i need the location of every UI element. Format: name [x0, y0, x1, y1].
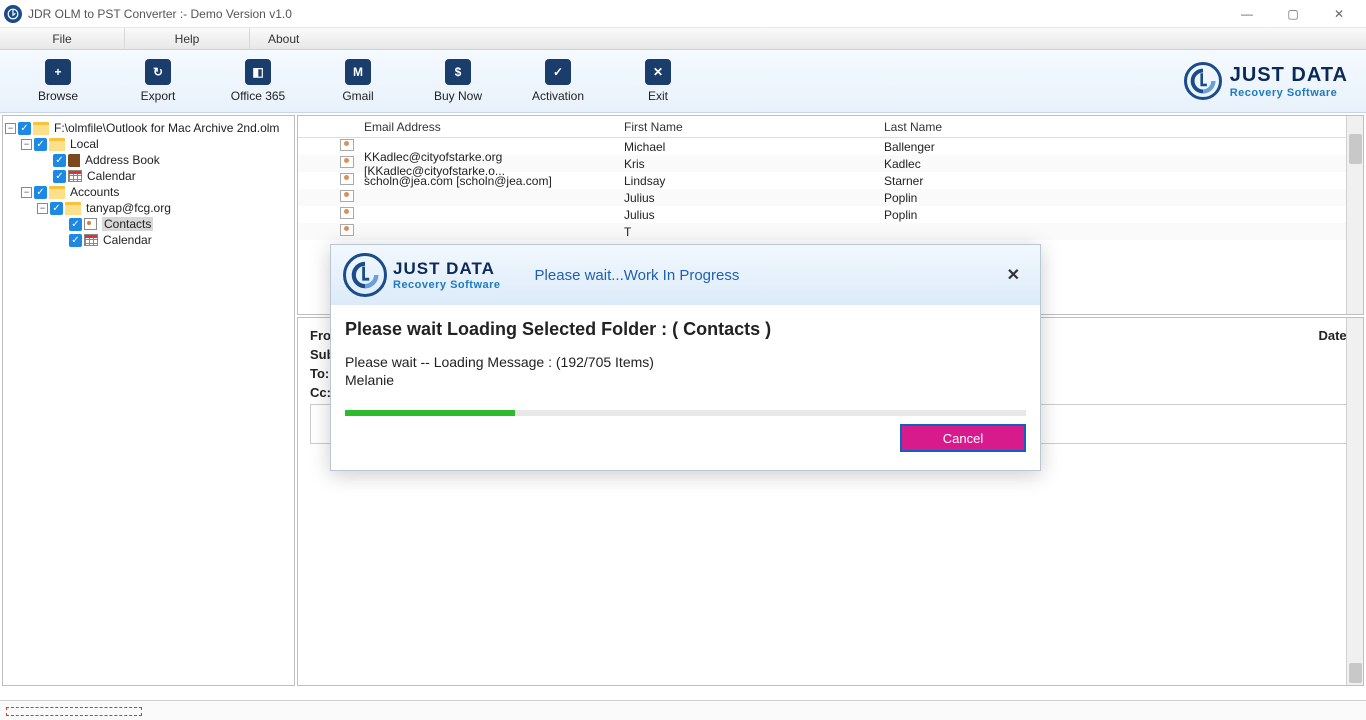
status-placeholder: [6, 707, 142, 716]
tree-account-email[interactable]: −✓tanyap@fcg.org: [5, 200, 292, 216]
cell-lastname: Kadlec: [880, 157, 1363, 171]
maximize-button[interactable]: ▢: [1270, 0, 1316, 28]
dialog-heading: Please wait Loading Selected Folder : ( …: [345, 319, 1026, 340]
contact-icon: [340, 139, 354, 151]
table-row[interactable]: T: [298, 223, 1363, 240]
folder-icon: [49, 186, 65, 199]
brand-logo-area: JUST DATA Recovery Software: [1184, 62, 1358, 100]
col-firstname[interactable]: First Name: [620, 120, 880, 134]
brand-logo-icon: [1184, 62, 1222, 100]
buynow-icon: $: [445, 59, 471, 85]
cell-firstname: Michael: [620, 140, 880, 154]
window-title: JDR OLM to PST Converter :- Demo Version…: [28, 7, 292, 21]
dialog-progress-text: Please wait -- Loading Message : (192/70…: [345, 354, 1026, 370]
table-row[interactable]: scholn@jea.com [scholn@jea.com]LindsaySt…: [298, 172, 1363, 189]
contact-icon: [340, 224, 354, 236]
dialog-brand2: Recovery Software: [393, 279, 501, 291]
contact-icon: [340, 207, 354, 219]
cell-firstname: Julius: [620, 191, 880, 205]
folder-tree[interactable]: −✓F:\olmfile\Outlook for Mac Archive 2nd…: [2, 115, 295, 686]
tree-local[interactable]: −✓Local: [5, 136, 292, 152]
tree-addressbook[interactable]: ✓Address Book: [5, 152, 292, 168]
contact-icon: [340, 173, 354, 185]
status-bar: [0, 700, 1366, 720]
table-header: Email Address First Name Last Name: [298, 116, 1363, 138]
browse-icon: +: [45, 59, 71, 85]
tree-calendar[interactable]: ✓Calendar: [5, 168, 292, 184]
table-scrollbar[interactable]: [1346, 116, 1363, 314]
toolbar-exit[interactable]: ✕Exit: [608, 54, 708, 109]
contact-icon: [340, 190, 354, 202]
cancel-button[interactable]: Cancel: [900, 424, 1026, 452]
dialog-title: Please wait...Work In Progress: [535, 267, 740, 284]
col-email[interactable]: Email Address: [360, 120, 620, 134]
contacts-icon: [84, 218, 97, 230]
progress-bar: [345, 410, 1026, 416]
menu-bar: File Help About: [0, 28, 1366, 50]
dialog-current-item: Melanie: [345, 372, 1026, 388]
calendar-icon: [84, 234, 98, 246]
close-button[interactable]: ✕: [1316, 0, 1362, 28]
progress-dialog: JUST DATA Recovery Software Please wait.…: [330, 244, 1041, 471]
cell-lastname: Ballenger: [880, 140, 1363, 154]
brand-line2: Recovery Software: [1230, 87, 1348, 99]
cell-lastname: Poplin: [880, 208, 1363, 222]
toolbar-activation[interactable]: ✓Activation: [508, 54, 608, 109]
cell-firstname: Kris: [620, 157, 880, 171]
cell-email: scholn@jea.com [scholn@jea.com]: [360, 174, 620, 188]
toolbar-buynow[interactable]: $Buy Now: [408, 54, 508, 109]
dialog-brand1: JUST DATA: [393, 259, 501, 279]
cell-firstname: Julius: [620, 208, 880, 222]
export-icon: ↻: [145, 59, 171, 85]
cell-lastname: Poplin: [880, 191, 1363, 205]
menu-about[interactable]: About: [250, 28, 317, 49]
cell-lastname: Starner: [880, 174, 1363, 188]
brand-line1: JUST DATA: [1230, 64, 1348, 87]
minimize-button[interactable]: —: [1224, 0, 1270, 28]
table-row[interactable]: KKadlec@cityofstarke.org [KKadlec@cityof…: [298, 155, 1363, 172]
addressbook-icon: [68, 154, 80, 167]
cell-firstname: Lindsay: [620, 174, 880, 188]
tree-root[interactable]: −✓F:\olmfile\Outlook for Mac Archive 2nd…: [5, 120, 292, 136]
folder-icon: [33, 122, 49, 135]
toolbar-gmail[interactable]: MGmail: [308, 54, 408, 109]
table-row[interactable]: JuliusPoplin: [298, 206, 1363, 223]
toolbar: +Browse ↻Export ◧Office 365 MGmail $Buy …: [0, 50, 1366, 113]
gmail-icon: M: [345, 59, 371, 85]
msg-scrollbar[interactable]: [1346, 318, 1363, 685]
title-bar: JDR OLM to PST Converter :- Demo Version…: [0, 0, 1366, 28]
menu-help[interactable]: Help: [125, 28, 250, 49]
office365-icon: ◧: [245, 59, 271, 85]
tree-accounts[interactable]: −✓Accounts: [5, 184, 292, 200]
table-row[interactable]: JuliusPoplin: [298, 189, 1363, 206]
calendar-icon: [68, 170, 82, 182]
folder-icon: [49, 138, 65, 151]
app-icon: [4, 5, 22, 23]
contact-icon: [340, 156, 354, 168]
toolbar-browse[interactable]: +Browse: [8, 54, 108, 109]
dialog-close-button[interactable]: ✕: [999, 261, 1028, 289]
menu-file[interactable]: File: [0, 28, 125, 49]
folder-icon: [65, 202, 81, 215]
activation-icon: ✓: [545, 59, 571, 85]
dialog-logo-icon: [343, 253, 387, 297]
toolbar-export[interactable]: ↻Export: [108, 54, 208, 109]
exit-icon: ✕: [645, 59, 671, 85]
cell-firstname: T: [620, 225, 880, 239]
col-lastname[interactable]: Last Name: [880, 120, 1363, 134]
tree-contacts[interactable]: ✓Contacts: [5, 216, 292, 232]
tree-calendar2[interactable]: ✓Calendar: [5, 232, 292, 248]
toolbar-office365[interactable]: ◧Office 365: [208, 54, 308, 109]
